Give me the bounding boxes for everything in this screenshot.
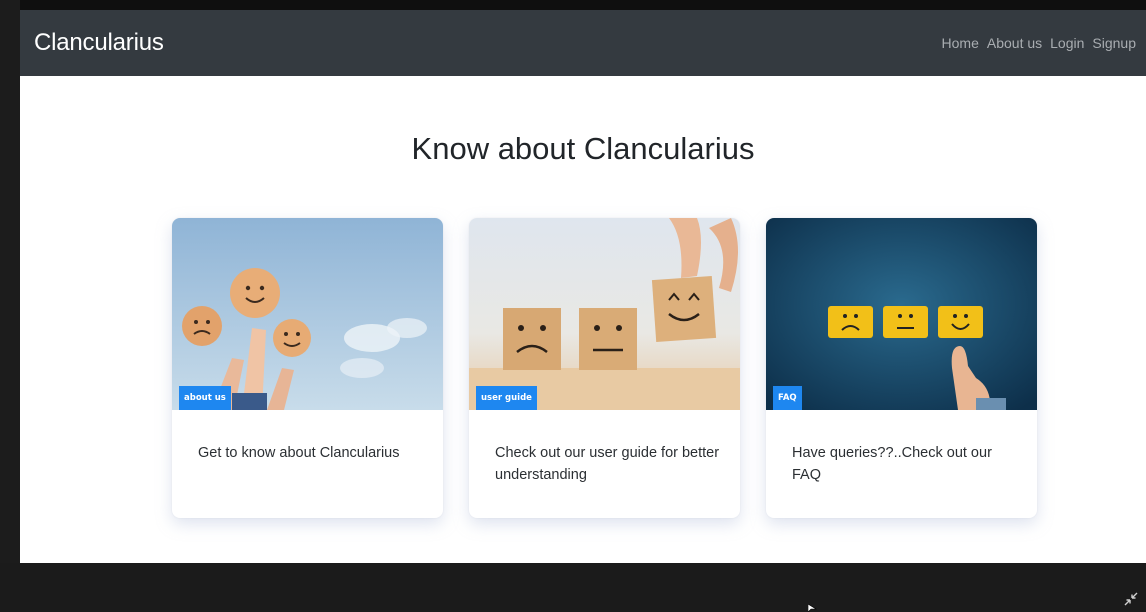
navbar-brand[interactable]: Clancularius: [34, 29, 164, 57]
card-faq[interactable]: FAQ Have queries??..Check out our FAQ: [766, 218, 1037, 518]
exit-fullscreen-icon[interactable]: [1122, 590, 1140, 608]
navbar: Clancularius Home About us Login Signup: [20, 10, 1146, 76]
nav-link-login[interactable]: Login: [1050, 35, 1084, 51]
wooden-emoji-blocks-icon: [469, 218, 740, 410]
window-left-frame: [0, 0, 20, 612]
smiley-speech-bubbles-icon: [172, 218, 443, 410]
card-text-faq: Have queries??..Check out our FAQ: [792, 445, 992, 483]
card-text-about-us: Get to know about Clancularius: [198, 445, 400, 461]
card-text-user-guide: Check out our user guide for better unde…: [495, 445, 720, 483]
mouse-cursor-icon: [808, 604, 818, 612]
bottom-bar: [0, 563, 1146, 612]
nav-link-home[interactable]: Home: [942, 35, 979, 51]
main-content: Know about Clancularius about us Get to …: [20, 76, 1146, 563]
rating-emoji-buttons-icon: [766, 218, 1037, 410]
card-user-guide[interactable]: user guide Check out our user guide for …: [469, 218, 740, 518]
nav-links: Home About us Login Signup: [942, 35, 1136, 51]
card-about-us[interactable]: about us Get to know about Clancularius: [172, 218, 443, 518]
badge-user-guide: user guide: [476, 386, 537, 410]
page-title: Know about Clancularius: [411, 131, 755, 166]
badge-about-us: about us: [179, 386, 231, 410]
badge-faq: FAQ: [773, 386, 802, 410]
window-top-edge: [0, 0, 1146, 10]
nav-link-signup[interactable]: Signup: [1092, 35, 1136, 51]
nav-link-about-us[interactable]: About us: [987, 35, 1042, 51]
